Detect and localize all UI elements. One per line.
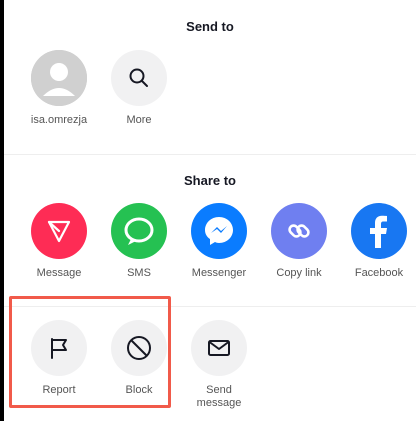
copy-link-circle <box>271 203 327 259</box>
sms-circle <box>111 203 167 259</box>
send-message-circle <box>191 320 247 376</box>
messenger-circle <box>191 203 247 259</box>
sms-bubble-icon <box>124 217 154 245</box>
send-triangle-icon <box>47 220 71 243</box>
share-messenger-button[interactable]: Messenger <box>179 203 259 280</box>
facebook-icon <box>370 215 387 248</box>
contact-label: isa.omrezja <box>30 114 88 126</box>
share-facebook-button[interactable]: Facebook <box>339 203 416 280</box>
share-to-title: Share to <box>183 173 236 188</box>
search-icon <box>129 68 148 87</box>
share-label: Message <box>36 267 82 279</box>
report-button[interactable]: Report <box>19 320 99 397</box>
messenger-icon <box>205 217 233 245</box>
divider <box>4 154 416 155</box>
flag-icon <box>51 338 67 359</box>
avatar <box>31 50 87 106</box>
avatar-placeholder-icon <box>31 50 87 106</box>
facebook-circle <box>351 203 407 259</box>
action-label: Report <box>42 384 76 396</box>
share-message-button[interactable]: Message <box>19 203 99 280</box>
report-circle <box>31 320 87 376</box>
share-label: Facebook <box>354 267 404 279</box>
more-contacts-button[interactable]: More <box>99 50 179 127</box>
message-circle <box>31 203 87 259</box>
block-circle <box>111 320 167 376</box>
send-to-title: Send to <box>186 19 234 34</box>
envelope-icon <box>208 340 230 356</box>
contact-isa-omrezja[interactable]: isa.omrezja <box>19 50 99 127</box>
share-sheet: Send to isa.omrezja More Share to Messag… <box>4 0 416 421</box>
share-label: Messenger <box>191 267 247 279</box>
share-copy-link-button[interactable]: Copy link <box>259 203 339 280</box>
block-icon <box>127 336 151 360</box>
block-button[interactable]: Block <box>99 320 179 397</box>
link-icon <box>288 224 310 238</box>
more-label: More <box>126 114 152 126</box>
share-sms-button[interactable]: SMS <box>99 203 179 280</box>
action-label: Block <box>125 384 153 396</box>
more-circle <box>111 50 167 106</box>
share-label: Copy link <box>276 267 322 279</box>
send-message-button[interactable]: Send message <box>179 320 259 410</box>
share-label: SMS <box>127 267 151 279</box>
divider <box>4 306 416 307</box>
action-label: Send message <box>196 384 242 409</box>
